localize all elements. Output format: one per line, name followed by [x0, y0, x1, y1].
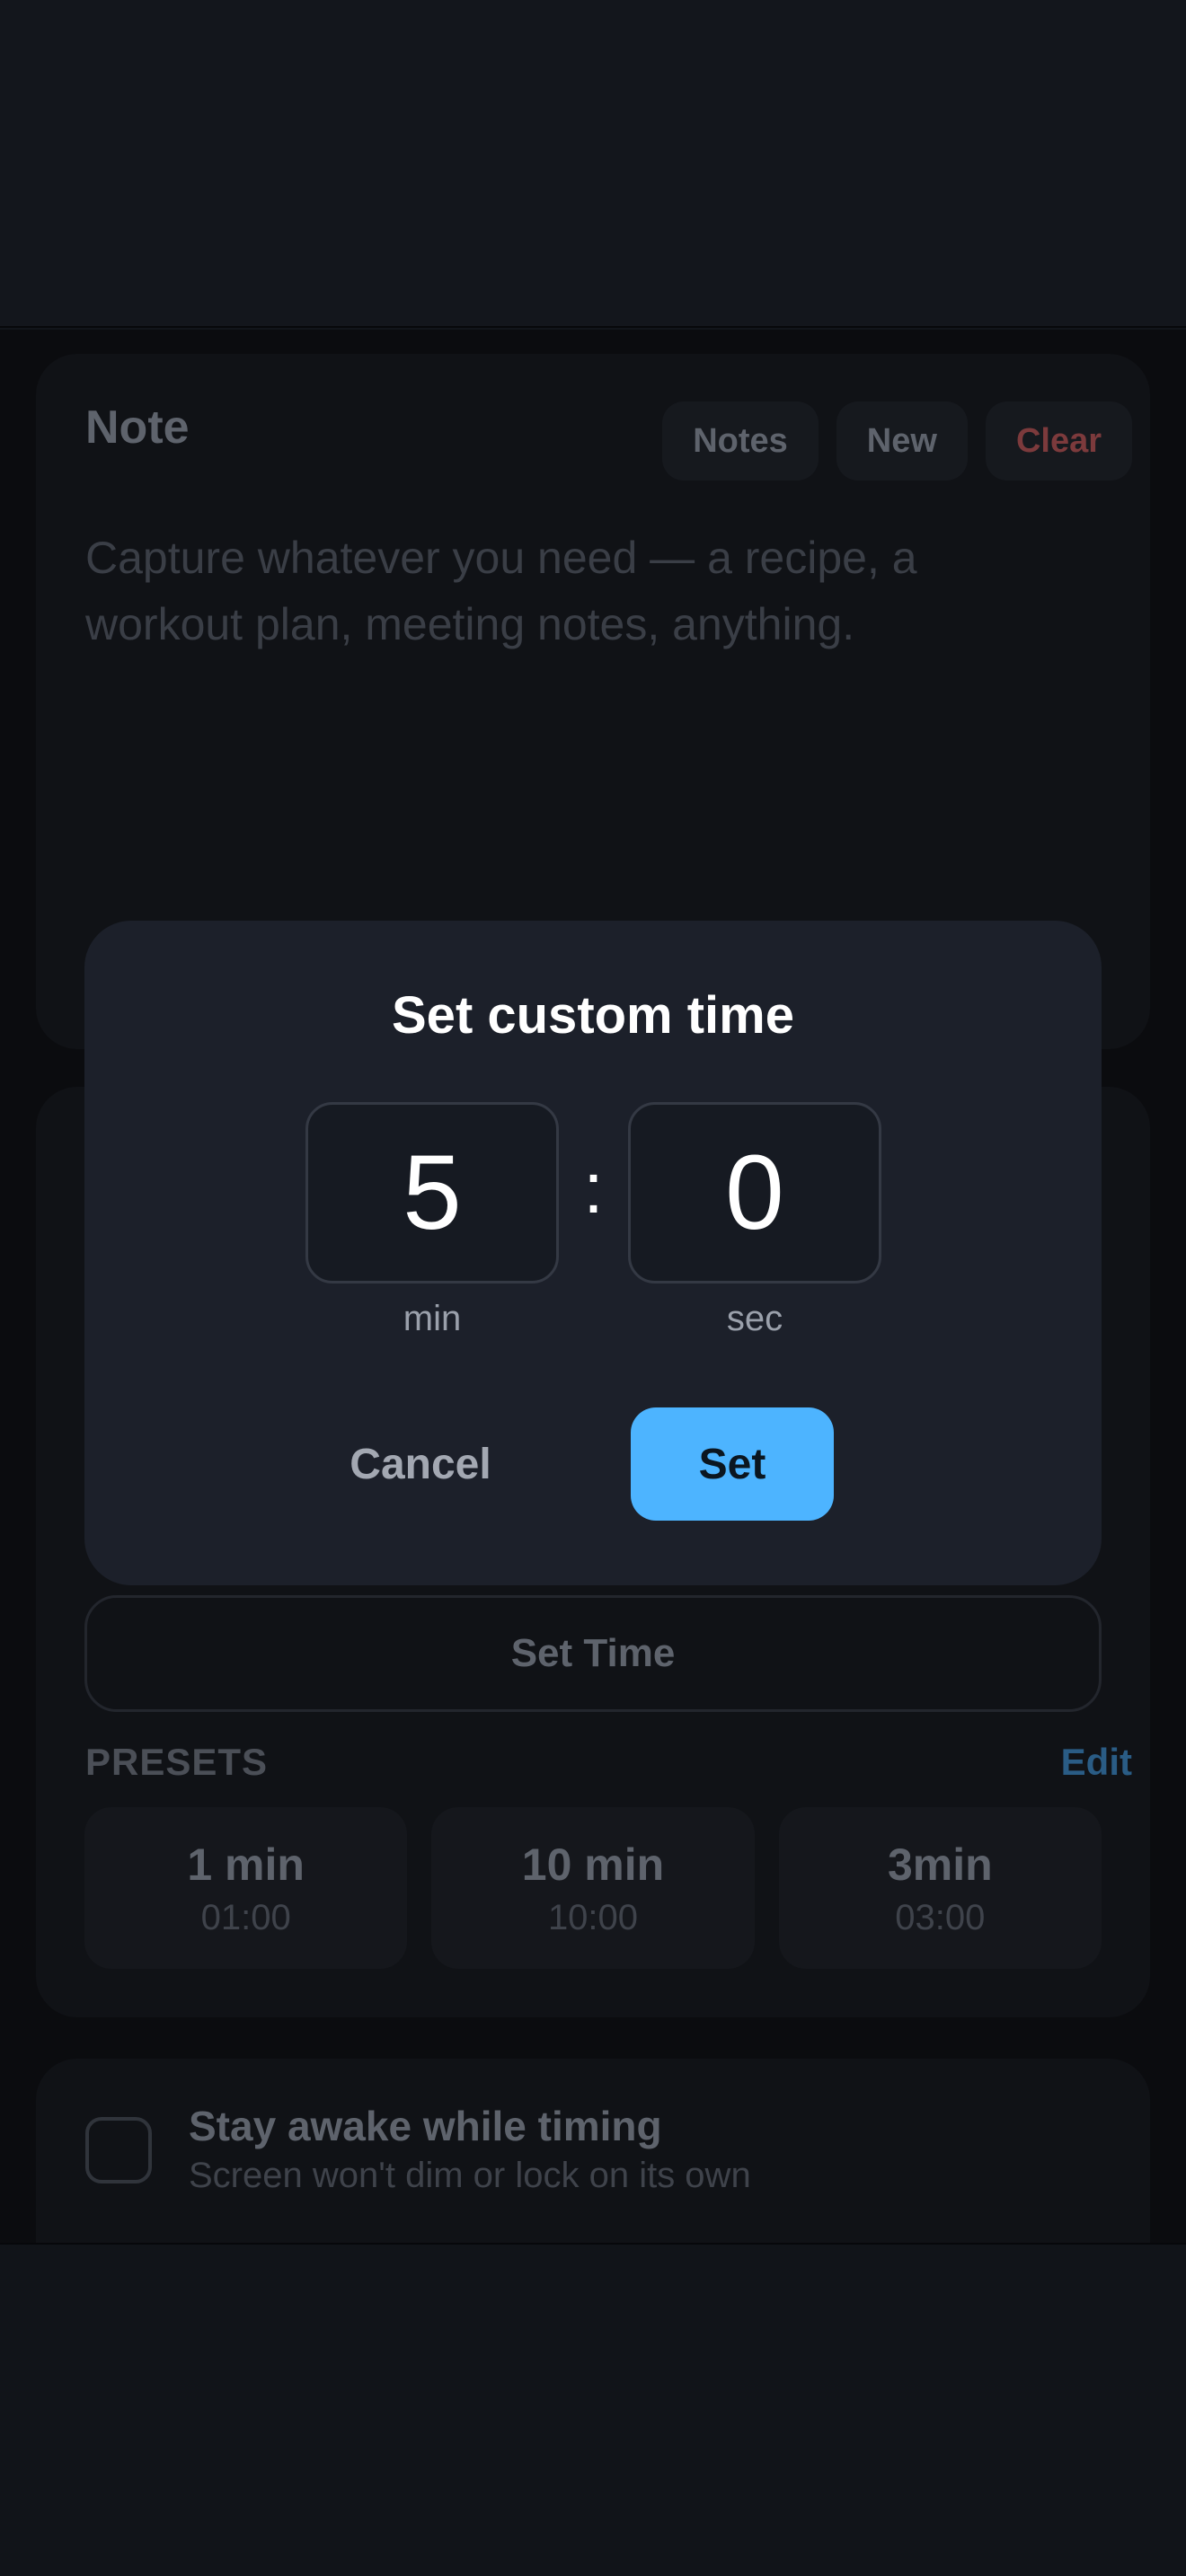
- seconds-input[interactable]: 0: [628, 1102, 881, 1284]
- clear-button[interactable]: Clear: [985, 401, 1132, 481]
- preset-time: 03:00: [895, 1897, 986, 1937]
- edit-presets-button[interactable]: Edit: [1061, 1741, 1132, 1784]
- minutes-label: min: [403, 1299, 462, 1338]
- stay-awake-card: Stay awake while timing Screen won't dim…: [36, 2059, 1150, 2243]
- seconds-label: sec: [726, 1299, 783, 1338]
- dialog-title: Set custom time: [392, 986, 794, 1045]
- preset-name: 1 min: [187, 1839, 305, 1890]
- note-actions: Notes New Clear: [662, 401, 1132, 481]
- preset-item[interactable]: 3min 03:00: [778, 1807, 1102, 1969]
- preset-name: 3min: [887, 1839, 993, 1890]
- notes-button[interactable]: Notes: [662, 401, 819, 481]
- preset-time: 10:00: [547, 1897, 639, 1937]
- preset-item[interactable]: 10 min 10:00: [431, 1807, 755, 1969]
- note-title: Note: [85, 401, 190, 454]
- stay-awake-checkbox[interactable]: [85, 2117, 152, 2183]
- preset-time: 01:00: [200, 1897, 291, 1937]
- cancel-button[interactable]: Cancel: [279, 1407, 562, 1521]
- preset-item[interactable]: 1 min 01:00: [84, 1807, 408, 1969]
- top-bar: [0, 0, 1186, 328]
- set-time-button[interactable]: Set Time: [84, 1595, 1102, 1712]
- custom-time-dialog: Set custom time 5 : 0 min sec Cancel Set: [84, 921, 1102, 1585]
- presets-list: 1 min 01:00 10 min 10:00 3min 03:00: [84, 1807, 1102, 1969]
- minutes-input[interactable]: 5: [305, 1102, 559, 1284]
- bottom-bar: [0, 2243, 1186, 2576]
- preset-name: 10 min: [521, 1839, 665, 1890]
- stay-awake-subtitle: Screen won't dim or lock on its own: [189, 2156, 751, 2195]
- stay-awake-title: Stay awake while timing: [189, 2103, 662, 2149]
- presets-heading: PRESETS: [85, 1741, 269, 1783]
- note-text-area[interactable]: Capture whatever you need — a recipe, a …: [85, 525, 1056, 657]
- new-note-button[interactable]: New: [836, 401, 968, 481]
- time-separator: :: [583, 1148, 604, 1228]
- set-button[interactable]: Set: [631, 1407, 834, 1521]
